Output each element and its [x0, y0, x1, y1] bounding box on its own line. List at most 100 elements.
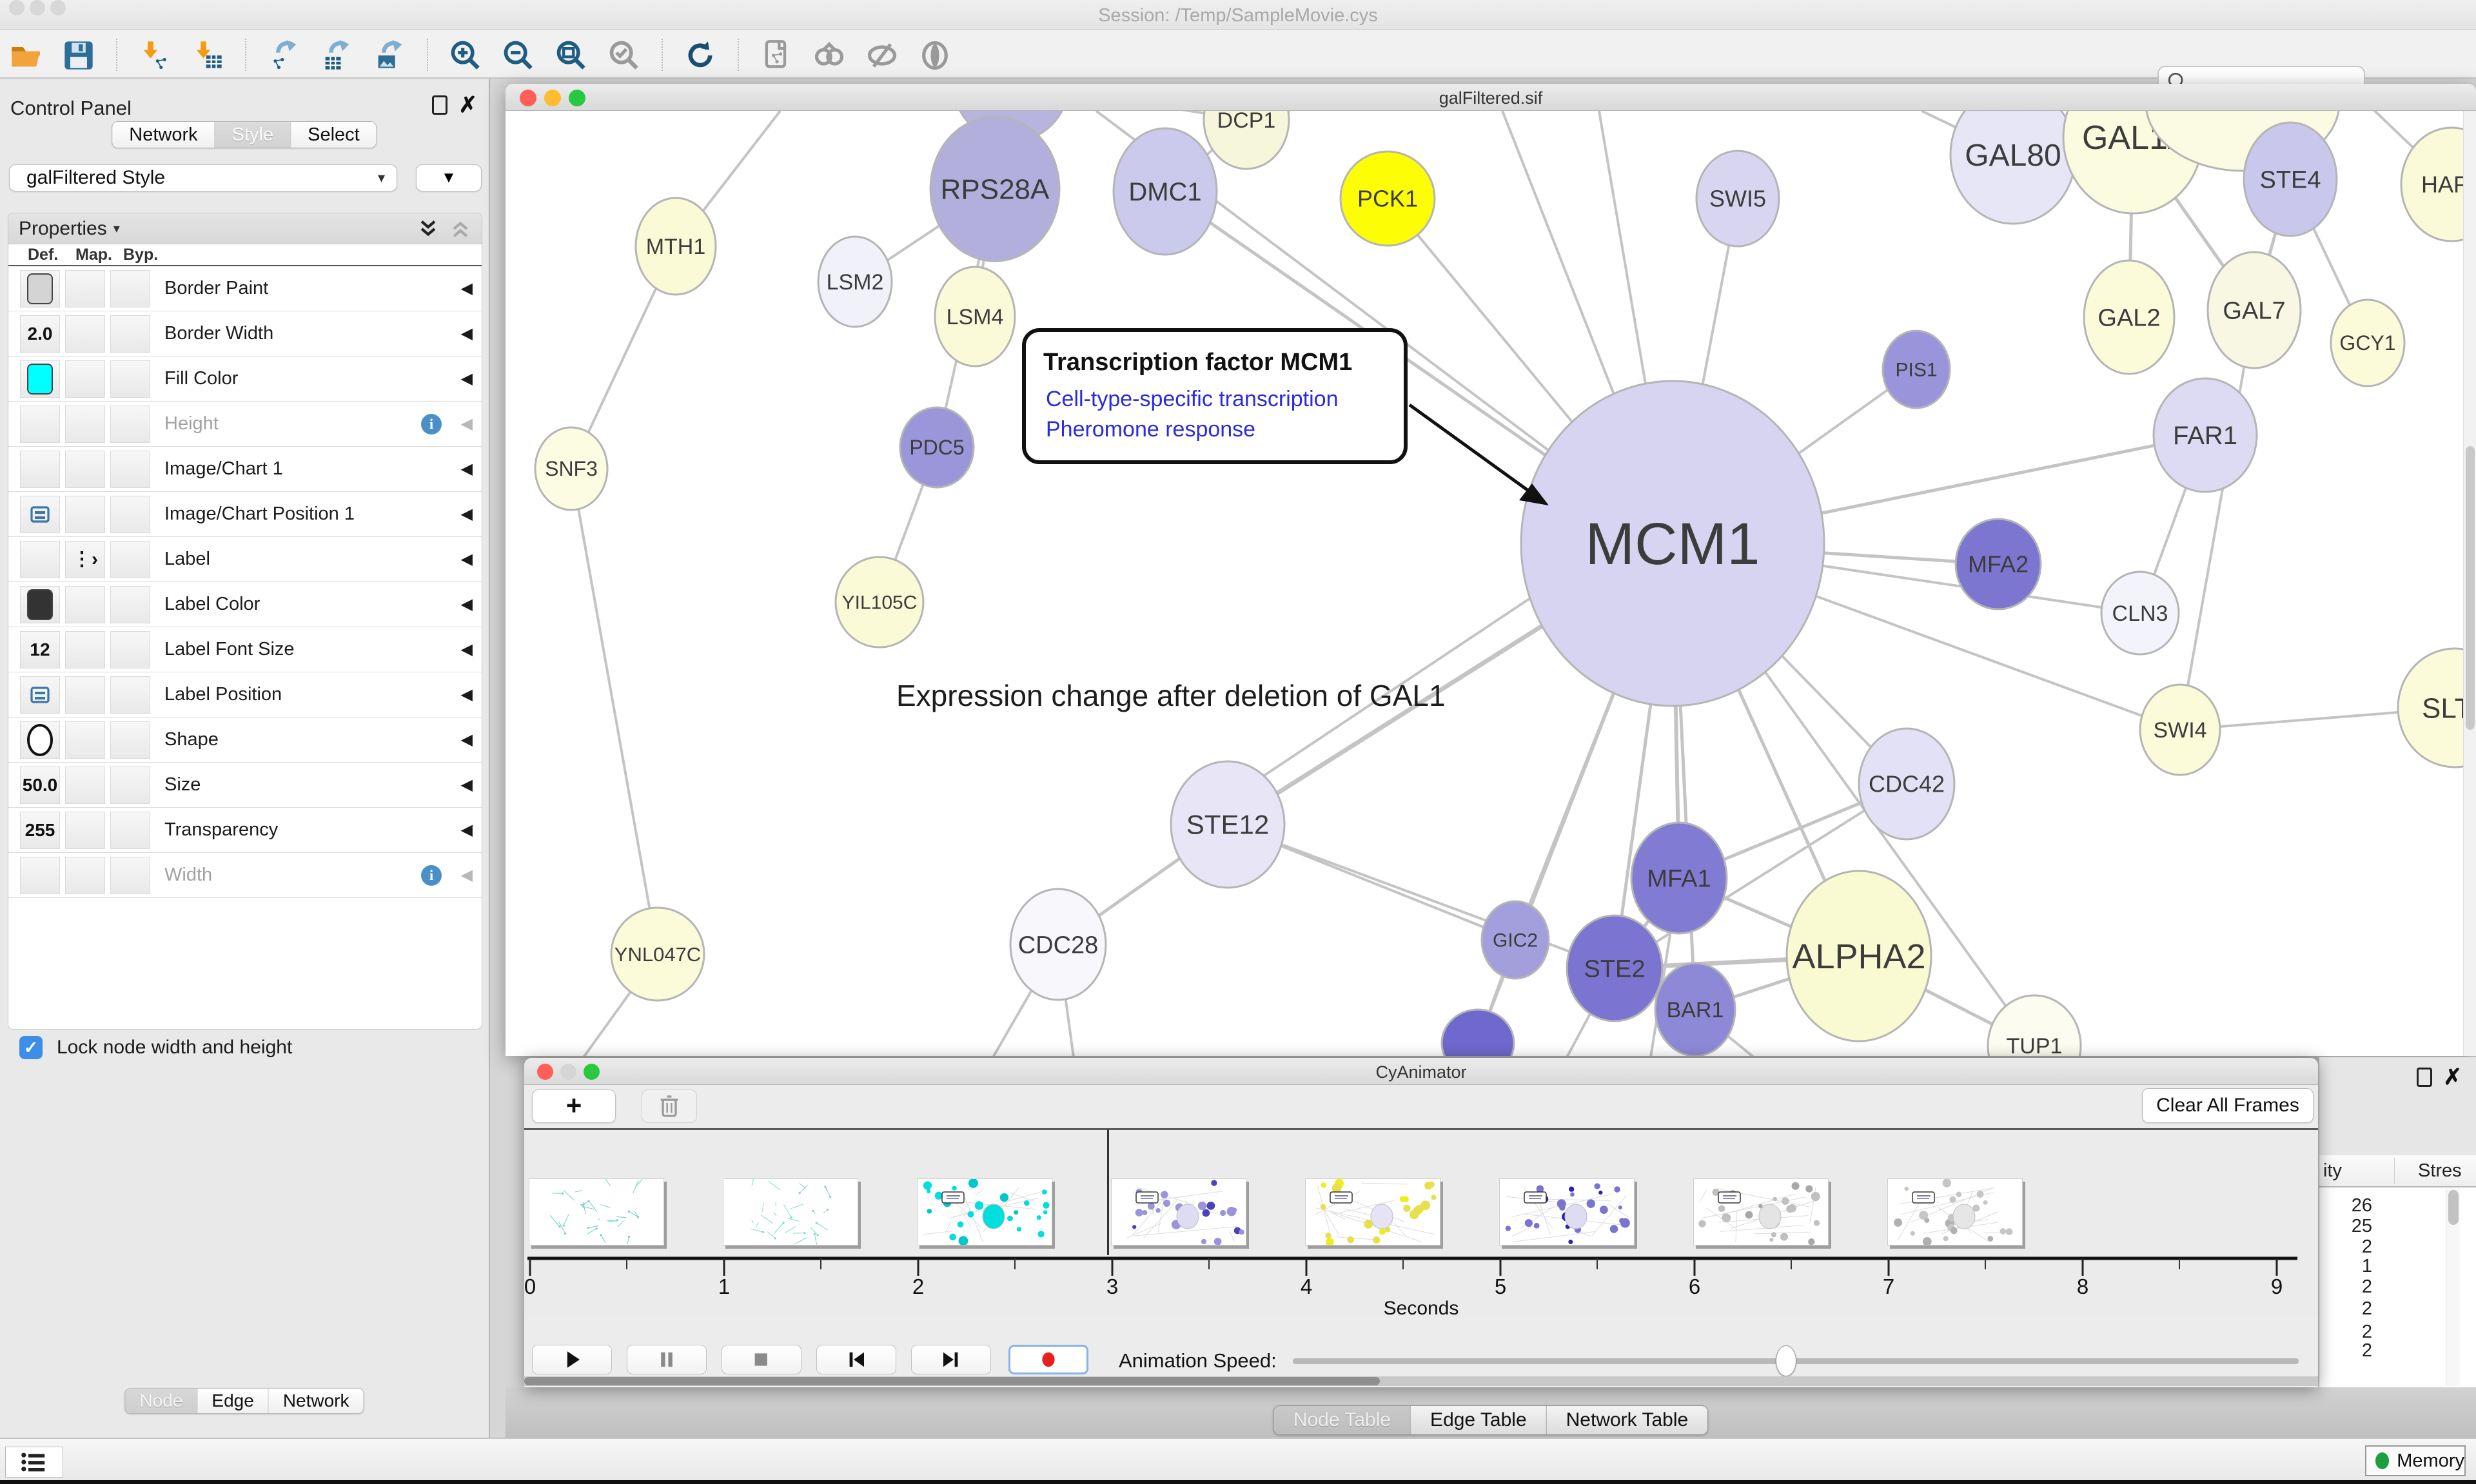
float-panel-icon[interactable]	[2417, 1068, 2432, 1087]
cyanimator-titlebar[interactable]: CyAnimator	[524, 1058, 2318, 1085]
table-cell-value[interactable]: 25	[2321, 1216, 2372, 1237]
expand-all-icon[interactable]	[417, 218, 439, 240]
prev-frame-button[interactable]	[816, 1345, 896, 1374]
close-panel-icon[interactable]: ✗	[459, 95, 478, 115]
graph-node-bar1[interactable]: BAR1	[1655, 963, 1735, 1056]
graph-node-ste12[interactable]: STE12	[1171, 761, 1284, 888]
export-table-icon[interactable]	[316, 37, 357, 73]
frame-thumbnail-8[interactable]	[1887, 1178, 2023, 1245]
graph-node-ynl047c[interactable]: YNL047C	[611, 908, 704, 1001]
pause-button[interactable]	[627, 1345, 707, 1374]
expand-row-icon[interactable]: ◀	[461, 460, 473, 478]
frame-thumbnail-2[interactable]	[723, 1178, 858, 1245]
text-annotation[interactable]: Expression change after deletion of GAL1	[896, 679, 1446, 712]
graph-node-gal80[interactable]: GAL80	[1950, 111, 2076, 224]
frame-thumbnail-6[interactable]	[1499, 1178, 1635, 1245]
tab-select[interactable]: Select	[291, 122, 377, 148]
import-network-icon[interactable]	[134, 37, 175, 73]
style-selector[interactable]: galFiltered Style ▾	[9, 164, 397, 191]
network-window-titlebar[interactable]: galFiltered.sif	[506, 84, 2476, 111]
tab-network-table[interactable]: Network Table	[1547, 1406, 1708, 1434]
table-vertical-scrollbar[interactable]	[2446, 1189, 2460, 1386]
tab-edge-table[interactable]: Edge Table	[1411, 1406, 1547, 1434]
network-snapshot-icon[interactable]	[756, 37, 797, 73]
frame-thumbnail-4[interactable]	[1111, 1178, 1246, 1245]
graph-node-cdc42[interactable]: CDC42	[1859, 728, 1954, 839]
export-network-icon[interactable]	[263, 37, 304, 73]
table-cell-value[interactable]: 26	[2321, 1195, 2372, 1216]
callout-link[interactable]: Cell-type-specific transcription	[1046, 387, 1339, 411]
table-cell-value[interactable]: 1	[2321, 1256, 2372, 1277]
graph-node-pdc5[interactable]: PDC5	[900, 407, 974, 487]
next-frame-button[interactable]	[911, 1345, 991, 1374]
tab-style[interactable]: Style	[215, 122, 291, 148]
graph-edge[interactable]	[2180, 310, 2254, 730]
property-row-label-font-size[interactable]: 12Label Font Size◀	[8, 627, 482, 672]
frame-thumbnail-7[interactable]	[1693, 1178, 1829, 1245]
panel-tab-network[interactable]: Network	[269, 1389, 364, 1413]
expand-row-icon[interactable]: ◀	[461, 640, 473, 659]
graph-node-cdc28[interactable]: CDC28	[1010, 889, 1106, 1000]
zoom-fit-icon[interactable]	[551, 37, 592, 73]
expand-row-icon[interactable]: ◀	[461, 369, 473, 388]
property-row-height[interactable]: Heighti◀	[8, 402, 482, 447]
callout-link[interactable]: Pheromone response	[1046, 417, 1255, 442]
show-eye-icon[interactable]	[914, 37, 956, 73]
graph-node-yil105c[interactable]: YIL105C	[836, 557, 923, 647]
graph-node-ste4[interactable]: STE4	[2244, 122, 2337, 236]
graph-node-mfa1[interactable]: MFA1	[1631, 823, 1727, 933]
graph-node-rps28a[interactable]: RPS28A	[930, 117, 1059, 261]
zoom-in-icon[interactable]	[445, 37, 486, 73]
network-canvas[interactable]: RPS28ADMC1DCP1PCK1MTH1LSM2LSM4SNF3PDC5YI…	[506, 111, 2476, 1056]
import-table-icon[interactable]	[187, 37, 228, 73]
frame-thumbnail-1[interactable]	[529, 1178, 664, 1245]
timeline-playhead[interactable]	[1107, 1129, 1109, 1255]
property-row-label-color[interactable]: Label Color◀	[8, 582, 482, 627]
expand-row-icon[interactable]: ◀	[461, 279, 473, 298]
expand-row-icon[interactable]: ◀	[461, 776, 473, 794]
table-cell-value[interactable]: 2	[2321, 1340, 2372, 1362]
graph-node-tup1[interactable]: TUP1	[1988, 995, 2081, 1056]
graph-node-cln3[interactable]: CLN3	[2101, 572, 2179, 654]
graph-node-snf3[interactable]: SNF3	[535, 427, 607, 510]
zoom-out-icon[interactable]	[498, 37, 539, 73]
graph-node-swi4[interactable]: SWI4	[2140, 685, 2220, 775]
panel-tab-edge[interactable]: Edge	[197, 1389, 268, 1413]
graph-node-mth1[interactable]: MTH1	[636, 198, 716, 295]
hide-eye-icon[interactable]	[861, 37, 903, 73]
first-neighbors-icon[interactable]	[809, 37, 850, 73]
info-icon[interactable]: i	[421, 414, 442, 434]
graph-node-swi5[interactable]: SWI5	[1696, 151, 1779, 246]
table-cell-value[interactable]: 2	[2321, 1276, 2372, 1298]
network-vertical-scrollbar[interactable]	[2463, 111, 2476, 1056]
property-row-transparency[interactable]: 255Transparency◀	[8, 808, 482, 853]
expand-row-icon[interactable]: ◀	[461, 685, 473, 704]
expand-row-icon[interactable]: ◀	[461, 821, 473, 839]
float-panel-icon[interactable]	[432, 95, 447, 115]
play-button[interactable]	[532, 1345, 612, 1374]
property-row-border-width[interactable]: 2.0Border Width◀	[8, 311, 482, 356]
add-frame-button[interactable]: +	[532, 1089, 616, 1123]
close-panel-icon[interactable]: ✗	[2444, 1068, 2462, 1087]
graph-node-mfa2[interactable]: MFA2	[1956, 519, 2041, 609]
property-row-label-position[interactable]: Label Position◀	[8, 672, 482, 718]
frame-thumbnail-3[interactable]	[917, 1178, 1052, 1245]
expand-row-icon[interactable]: ◀	[461, 550, 473, 569]
memory-status-button[interactable]: Memory	[2365, 1445, 2466, 1476]
graph-node-gic2[interactable]: GIC2	[1482, 901, 1549, 979]
expand-row-icon[interactable]: ◀	[461, 505, 473, 523]
property-row-border-paint[interactable]: Border Paint◀	[8, 266, 482, 311]
property-row-label[interactable]: ⋮›Label◀	[8, 537, 482, 582]
open-folder-icon[interactable]	[5, 37, 46, 73]
graph-node-dcp1[interactable]: DCP1	[1204, 111, 1289, 169]
delete-frame-button[interactable]	[642, 1089, 697, 1123]
graph-node-gal7[interactable]: GAL7	[2208, 252, 2301, 368]
save-icon[interactable]	[58, 37, 99, 73]
panel-tab-node[interactable]: Node	[125, 1389, 197, 1413]
graph-node-pck1[interactable]: PCK1	[1341, 151, 1435, 246]
graph-edge[interactable]	[1228, 825, 1615, 968]
table-column-header[interactable]: ity	[2323, 1160, 2394, 1182]
callout-annotation[interactable]: Transcription factor MCM1Cell-type-speci…	[1024, 330, 1549, 505]
expand-row-icon[interactable]: ◀	[461, 595, 473, 614]
timeline-ruler[interactable]: 0123456789	[524, 1245, 2318, 1296]
